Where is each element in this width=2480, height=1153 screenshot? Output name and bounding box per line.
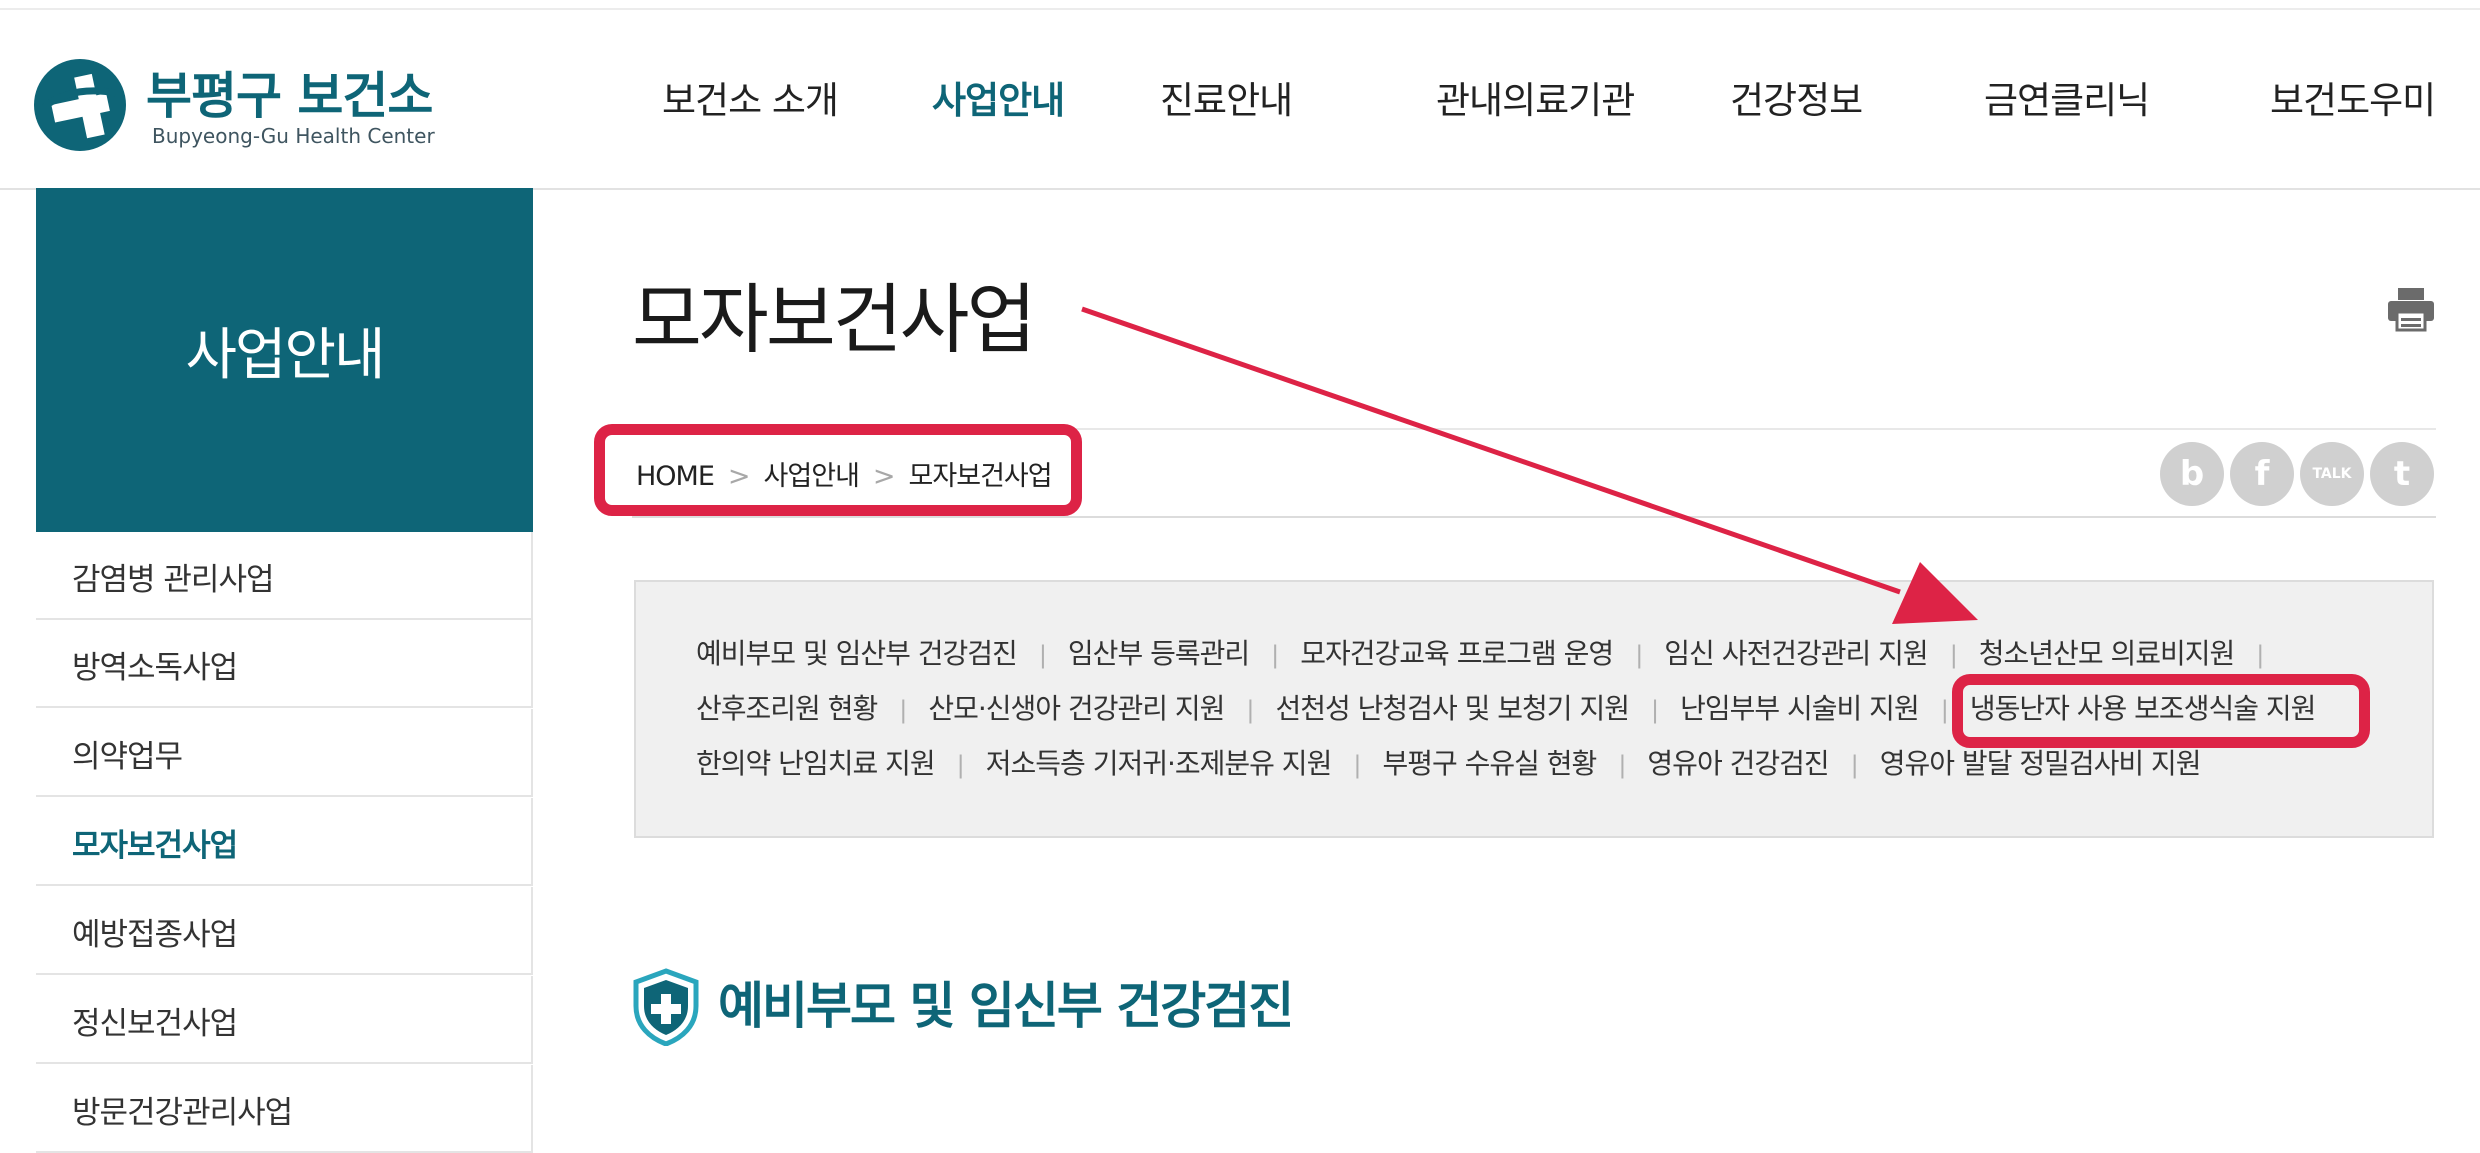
top-border <box>0 8 2480 10</box>
tab-infant-development-test[interactable]: 영유아 발달 정밀검사비 지원 <box>1880 747 2202 780</box>
tab-postpartum-center[interactable]: 산후조리원 현황 <box>696 692 878 725</box>
tab-infertility-support[interactable]: 난임부부 시술비 지원 <box>1680 692 1920 725</box>
sidebar-item-label: 방역소독사업 <box>72 650 238 686</box>
sidebar-item-disinfection[interactable]: 방역소독사업 <box>36 620 533 708</box>
sidebar-item-infectious-disease[interactable]: 감염병 관리사업 <box>36 532 533 620</box>
page-title: 모자보건사업 <box>632 275 1037 364</box>
sidebar-item-label: 의약업무 <box>72 739 183 775</box>
sidebar-item-label: 방문건강관리사업 <box>72 1095 293 1131</box>
sidebar-item-label: 감염병 관리사업 <box>72 562 274 598</box>
twitter-share-icon[interactable]: t <box>2370 442 2434 506</box>
tab-prenatal-checkup[interactable]: 예비부모 및 임산부 건강검진 <box>696 637 1018 670</box>
sidebar-item-label: 모자보건사업 <box>72 828 238 864</box>
sidebar-item-label: 예방접종사업 <box>72 917 238 953</box>
sub-tab-row: 한의약 난임치료 지원 | 저소득층 기저귀·조제분유 지원 | 부평구 수유실 현황 |… <box>696 747 2202 780</box>
sidebar-item-label: 정신보건사업 <box>72 1006 238 1042</box>
tab-diaper-formula-support[interactable]: 저소득층 기저귀·조제분유 지원 <box>986 747 1333 780</box>
nav-item-about[interactable]: 보건소 소개 <box>662 70 839 124</box>
nav-item-business[interactable]: 사업안내 <box>932 70 1065 124</box>
section-title: 예비부모 및 임신부 건강검진 <box>718 977 1294 1035</box>
nav-item-helper[interactable]: 보건도우미 <box>2270 70 2436 124</box>
nav-item-smoking-clinic[interactable]: 금연클리닉 <box>1984 70 2150 124</box>
tab-nursing-room[interactable]: 부평구 수유실 현황 <box>1382 747 1597 780</box>
nav-item-clinic[interactable]: 진료안내 <box>1160 70 1293 124</box>
sidebar-title: 사업안내 <box>185 323 385 388</box>
logo-icon[interactable] <box>32 57 128 153</box>
shield-plus-icon <box>633 968 699 1046</box>
annotation-tab-highlight <box>1952 674 2370 748</box>
tab-pregnant-registration[interactable]: 임산부 등록관리 <box>1068 637 1250 670</box>
kakaotalk-share-icon[interactable]: TALK <box>2300 442 2364 506</box>
sub-tab-row: 예비부모 및 임산부 건강검진 | 임산부 등록관리 | 모자건강교육 프로그램 운영 |… <box>696 637 2264 670</box>
tab-hearing-test[interactable]: 선천성 난청검사 및 보청기 지원 <box>1275 692 1629 725</box>
blog-share-icon[interactable]: b <box>2160 442 2224 506</box>
logo-subtitle[interactable]: Bupyeong-Gu Health Center <box>152 124 435 148</box>
sidebar-item-maternal-child-health[interactable]: 모자보건사업 <box>36 798 533 886</box>
tab-infant-checkup[interactable]: 영유아 건강검진 <box>1647 747 1829 780</box>
facebook-share-icon[interactable]: f <box>2230 442 2294 506</box>
tab-teen-mother-support[interactable]: 청소년산모 의료비지원 <box>1979 637 2236 670</box>
sidebar-item-home-visit[interactable]: 방문건강관리사업 <box>36 1065 533 1153</box>
annotation-breadcrumb-highlight <box>594 424 1082 516</box>
tab-preconception-care[interactable]: 임신 사전건강관리 지원 <box>1664 637 1928 670</box>
nav-item-health-info[interactable]: 건강정보 <box>1730 70 1863 124</box>
sidebar-item-vaccination[interactable]: 예방접종사업 <box>36 887 533 975</box>
tab-oriental-infertility[interactable]: 한의약 난임치료 지원 <box>696 747 936 780</box>
sidebar-item-mental-health[interactable]: 정신보건사업 <box>36 976 533 1064</box>
tab-newborn-care[interactable]: 산모·신생아 건강관리 지원 <box>928 692 1225 725</box>
sidebar-item-pharmacy[interactable]: 의약업무 <box>36 709 533 797</box>
tab-maternal-education[interactable]: 모자건강교육 프로그램 운영 <box>1300 637 1614 670</box>
nav-item-medical-institutions[interactable]: 관내의료기관 <box>1436 70 1635 124</box>
print-icon[interactable] <box>2386 286 2436 332</box>
breadcrumb-divider-bottom <box>632 516 2436 518</box>
logo-title[interactable]: 부평구 보건소 <box>146 56 433 128</box>
